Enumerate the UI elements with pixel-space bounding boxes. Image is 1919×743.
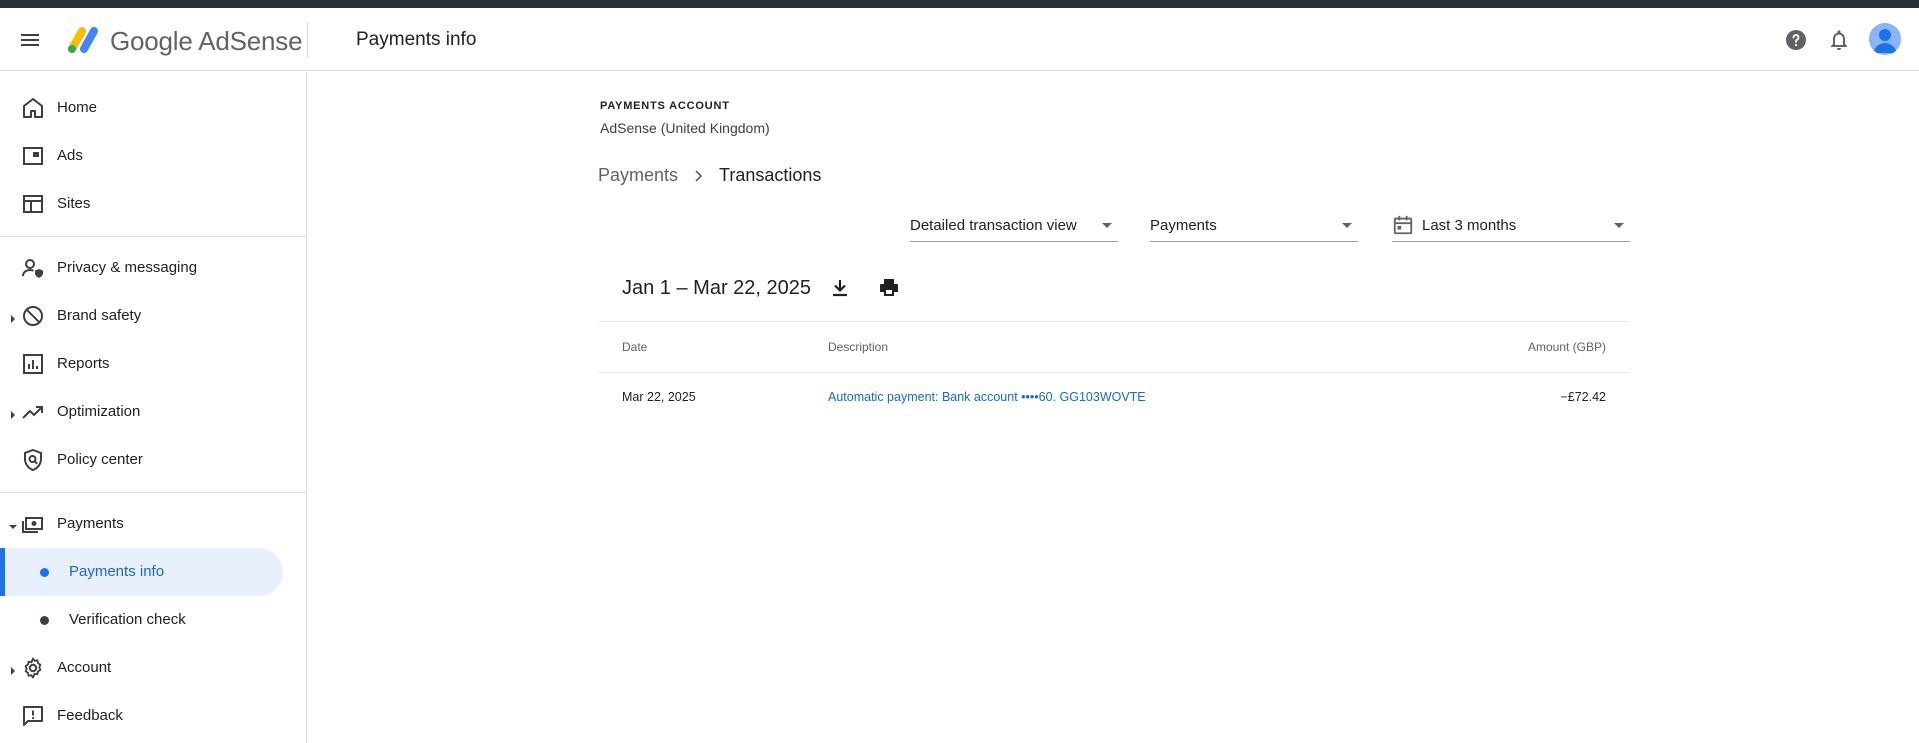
sidebar-item-label: Policy center	[57, 451, 143, 468]
dropdown-arrow-icon	[1342, 223, 1352, 228]
row-date: Mar 22, 2025	[622, 390, 696, 404]
transaction-view-select[interactable]: Detailed transaction view	[910, 208, 1118, 242]
sidebar-item-payments[interactable]: Payments	[0, 500, 307, 548]
sidebar-item-privacy-messaging[interactable]: Privacy & messaging	[0, 244, 307, 292]
sidebar-item-label: Home	[57, 99, 98, 116]
menu-icon[interactable]	[18, 28, 42, 52]
privacy-icon	[21, 256, 45, 280]
feedback-icon	[21, 704, 45, 728]
home-icon	[21, 96, 45, 120]
sidebar-subitem-verification-check[interactable]: Verification check	[0, 596, 283, 644]
sidebar-item-label: Payments	[57, 515, 124, 532]
page-title: Payments info	[356, 29, 477, 50]
payments-icon	[21, 512, 45, 536]
breadcrumb-payments-link[interactable]: Payments	[598, 165, 678, 186]
date-range-title: Jan 1 – Mar 22, 2025	[622, 277, 812, 299]
sidebar-item-brand-safety[interactable]: Brand safety	[0, 292, 307, 340]
adsense-logo-icon	[64, 23, 100, 57]
table-divider	[598, 372, 1630, 373]
ads-icon	[21, 144, 45, 168]
sidebar-subitem-label: Verification check	[69, 611, 186, 628]
sidebar-item-ads[interactable]: Ads	[0, 132, 307, 180]
sidebar-divider	[0, 492, 307, 493]
dropdown-arrow-icon	[1614, 223, 1624, 228]
window-top-strip	[0, 0, 1919, 8]
sidebar-item-label: Privacy & messaging	[57, 259, 198, 276]
account-avatar[interactable]	[1869, 23, 1901, 55]
sidebar-item-label: Sites	[57, 195, 91, 212]
sidebar-item-optimization[interactable]: Optimization	[0, 388, 307, 436]
dropdown-arrow-icon	[1102, 223, 1112, 228]
sidebar: Home Ads Sites Privacy & messaging Brand…	[0, 72, 307, 743]
select-value: Payments	[1150, 217, 1217, 234]
sidebar-item-label: Optimization	[57, 403, 141, 420]
sidebar-item-account[interactable]: Account	[0, 644, 307, 692]
sites-icon	[21, 192, 45, 216]
breadcrumb-current: Transactions	[719, 165, 822, 185]
table-divider	[598, 321, 1630, 322]
notifications-bell-icon[interactable]	[1827, 28, 1851, 52]
trending-up-icon	[21, 400, 45, 424]
shield-icon	[21, 448, 45, 472]
help-icon[interactable]	[1784, 28, 1808, 52]
sidebar-divider	[0, 236, 307, 237]
column-header-description: Description	[828, 340, 889, 354]
sidebar-item-label: Feedback	[57, 707, 123, 724]
caret-right-icon	[9, 663, 17, 675]
header-divider	[307, 22, 308, 58]
caret-right-icon	[9, 407, 17, 419]
sidebar-item-home[interactable]: Home	[0, 84, 307, 132]
block-icon	[21, 304, 45, 328]
bullet-dot-icon	[40, 568, 49, 577]
reports-icon	[21, 352, 45, 376]
chevron-right-icon	[690, 168, 706, 184]
column-header-date: Date	[622, 340, 648, 354]
calendar-icon	[1392, 214, 1414, 236]
transaction-type-select[interactable]: Payments	[1150, 208, 1358, 242]
main-content: PAYMENTS ACCOUNT AdSense (United Kingdom…	[308, 72, 1919, 743]
sidebar-item-label: Ads	[57, 147, 83, 164]
sidebar-item-label: Reports	[57, 355, 110, 372]
caret-down-icon	[9, 519, 17, 529]
gear-icon	[21, 656, 45, 680]
sidebar-item-label: Brand safety	[57, 307, 142, 324]
app-header: Google AdSense Payments info	[0, 8, 1919, 71]
sidebar-item-reports[interactable]: Reports	[0, 340, 307, 388]
sidebar-item-feedback[interactable]: Feedback	[0, 692, 307, 740]
sidebar-item-sites[interactable]: Sites	[0, 180, 307, 228]
sidebar-item-label: Account	[57, 659, 112, 676]
sidebar-item-policy-center[interactable]: Policy center	[0, 436, 307, 484]
download-icon[interactable]	[828, 276, 852, 300]
row-description-link[interactable]: Automatic payment: Bank account ••••60. …	[828, 390, 1146, 404]
caret-right-icon	[9, 311, 17, 323]
sidebar-subitem-label: Payments info	[69, 563, 165, 580]
select-value: Detailed transaction view	[910, 217, 1077, 234]
payments-account-name: AdSense (United Kingdom)	[600, 120, 770, 136]
payments-account-label: PAYMENTS ACCOUNT	[600, 100, 730, 112]
sidebar-subitem-payments-info[interactable]: Payments info	[0, 548, 283, 596]
active-indicator	[0, 548, 5, 596]
column-header-amount: Amount (GBP)	[1527, 340, 1606, 354]
select-value: Last 3 months	[1422, 217, 1517, 234]
brand-name: Google AdSense	[110, 26, 303, 56]
row-amount: −£72.42	[1560, 390, 1606, 404]
date-range-select[interactable]: Last 3 months	[1392, 208, 1630, 242]
bullet-dot-icon	[40, 616, 49, 625]
print-icon[interactable]	[877, 276, 901, 300]
